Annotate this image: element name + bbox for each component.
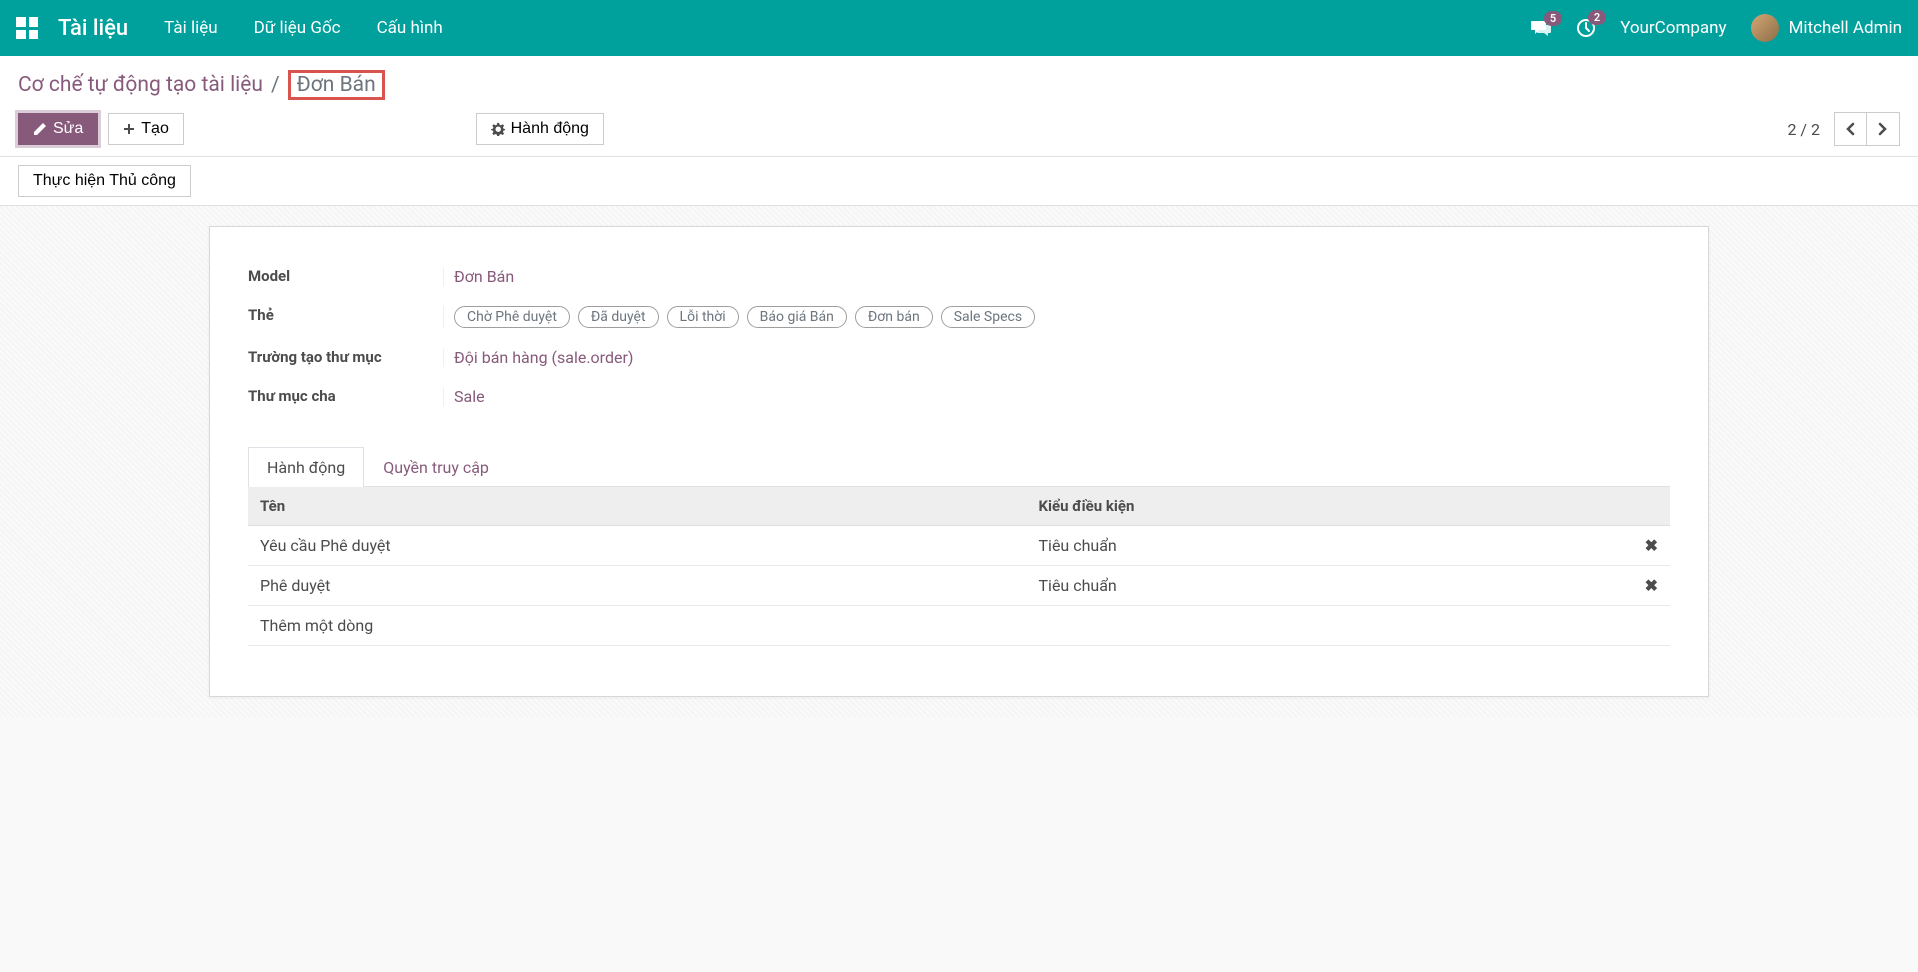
row-delete-button[interactable]: ✖ <box>1630 566 1670 606</box>
chevron-right-icon <box>1878 122 1888 136</box>
apps-icon[interactable] <box>16 17 38 39</box>
user-menu[interactable]: Mitchell Admin <box>1751 14 1902 42</box>
breadcrumb-parent[interactable]: Cơ chế tự động tạo tài liệu <box>18 73 263 97</box>
action-button[interactable]: Hành động <box>476 113 604 145</box>
left-buttons: Sửa Tạo <box>18 113 184 145</box>
action-button-label: Hành động <box>511 120 589 138</box>
label-tags: Thẻ <box>248 306 443 324</box>
activities-badge: 2 <box>1588 10 1606 25</box>
pager-value[interactable]: 2 / 2 <box>1787 120 1820 139</box>
th-name: Tên <box>248 487 1027 526</box>
table-header-row: Tên Kiểu điều kiện <box>248 487 1670 526</box>
th-delete <box>1630 487 1670 526</box>
label-model: Model <box>248 267 443 285</box>
tag-item[interactable]: Đơn bán <box>855 306 933 328</box>
notebook-tabs: Hành động Quyền truy cập <box>248 446 1670 487</box>
table-row[interactable]: Yêu cầu Phê duyệt Tiêu chuẩn ✖ <box>248 526 1670 566</box>
create-button[interactable]: Tạo <box>108 113 184 145</box>
menu-item-master-data[interactable]: Dữ liệu Gốc <box>254 18 341 38</box>
cell-condition: Tiêu chuẩn <box>1027 566 1631 606</box>
control-row: Sửa Tạo Hành động 2 / 2 <box>18 112 1900 146</box>
tag-item[interactable]: Đã duyệt <box>578 306 659 328</box>
row-delete-button[interactable]: ✖ <box>1630 526 1670 566</box>
activities-icon[interactable]: 2 <box>1576 18 1596 38</box>
cell-condition: Tiêu chuẩn <box>1027 526 1631 566</box>
plus-icon <box>123 123 135 135</box>
breadcrumb-current: Đơn Bán <box>288 70 385 100</box>
label-folder-field: Trường tạo thư mục <box>248 348 443 366</box>
edit-button[interactable]: Sửa <box>18 113 98 145</box>
tag-item[interactable]: Báo giá Bán <box>747 306 847 328</box>
pager: 2 / 2 <box>1787 112 1900 146</box>
sheet-background: Model Đơn Bán Thẻ Chờ Phê duyệt Đã duyệt… <box>0 206 1918 717</box>
value-parent-folder[interactable]: Sale <box>443 387 1670 406</box>
user-name: Mitchell Admin <box>1789 18 1902 38</box>
actions-table: Tên Kiểu điều kiện Yêu cầu Phê duyệt Tiê… <box>248 487 1670 646</box>
value-tags: Chờ Phê duyệt Đã duyệt Lỗi thời Báo giá … <box>443 306 1670 328</box>
pager-next[interactable] <box>1867 113 1899 145</box>
pager-previous[interactable] <box>1835 113 1867 145</box>
topbar-right: 5 2 YourCompany Mitchell Admin <box>1530 14 1902 42</box>
messages-icon[interactable]: 5 <box>1530 19 1552 37</box>
menu-item-config[interactable]: Cấu hình <box>377 18 443 38</box>
table-row[interactable]: Phê duyệt Tiêu chuẩn ✖ <box>248 566 1670 606</box>
top-menu: Tài liệu Dữ liệu Gốc Cấu hình <box>164 18 443 38</box>
breadcrumb-separator: / <box>271 73 280 97</box>
cell-name: Yêu cầu Phê duyệt <box>248 526 1027 566</box>
create-button-label: Tạo <box>141 120 169 138</box>
control-panel: Cơ chế tự động tạo tài liệu / Đơn Bán Sử… <box>0 56 1918 157</box>
tag-item[interactable]: Lỗi thời <box>667 306 739 328</box>
edit-button-label: Sửa <box>53 120 83 138</box>
pencil-icon <box>33 122 47 136</box>
tag-item[interactable]: Sale Specs <box>941 306 1035 328</box>
value-folder-field[interactable]: Đội bán hàng (sale.order) <box>443 348 1670 367</box>
add-line-row[interactable]: Thêm một dòng <box>248 606 1670 646</box>
statusbar: Thực hiện Thủ công <box>0 157 1918 206</box>
field-tags: Thẻ Chờ Phê duyệt Đã duyệt Lỗi thời Báo … <box>248 296 1670 338</box>
manual-execute-button[interactable]: Thực hiện Thủ công <box>18 165 191 197</box>
topbar: Tài liệu Tài liệu Dữ liệu Gốc Cấu hình 5… <box>0 0 1918 56</box>
company-switcher[interactable]: YourCompany <box>1620 18 1726 38</box>
cell-name: Phê duyệt <box>248 566 1027 606</box>
messages-badge: 5 <box>1544 11 1562 26</box>
tab-action[interactable]: Hành động <box>248 447 364 487</box>
form-sheet: Model Đơn Bán Thẻ Chờ Phê duyệt Đã duyệt… <box>209 226 1709 697</box>
field-parent-folder: Thư mục cha Sale <box>248 377 1670 416</box>
field-model: Model Đơn Bán <box>248 257 1670 296</box>
menu-item-documents[interactable]: Tài liệu <box>164 18 217 38</box>
app-title[interactable]: Tài liệu <box>58 16 128 41</box>
avatar <box>1751 14 1779 42</box>
field-folder-field: Trường tạo thư mục Đội bán hàng (sale.or… <box>248 338 1670 377</box>
value-model[interactable]: Đơn Bán <box>443 267 1670 286</box>
breadcrumb: Cơ chế tự động tạo tài liệu / Đơn Bán <box>18 70 1900 100</box>
pager-buttons <box>1834 112 1900 146</box>
th-condition: Kiểu điều kiện <box>1027 487 1631 526</box>
gear-icon <box>491 122 505 136</box>
add-line-label: Thêm một dòng <box>248 606 1670 646</box>
label-parent-folder: Thư mục cha <box>248 387 443 405</box>
tag-list: Chờ Phê duyệt Đã duyệt Lỗi thời Báo giá … <box>454 306 1670 328</box>
tag-item[interactable]: Chờ Phê duyệt <box>454 306 570 328</box>
tab-access[interactable]: Quyền truy cập <box>364 447 508 487</box>
chevron-left-icon <box>1845 122 1855 136</box>
